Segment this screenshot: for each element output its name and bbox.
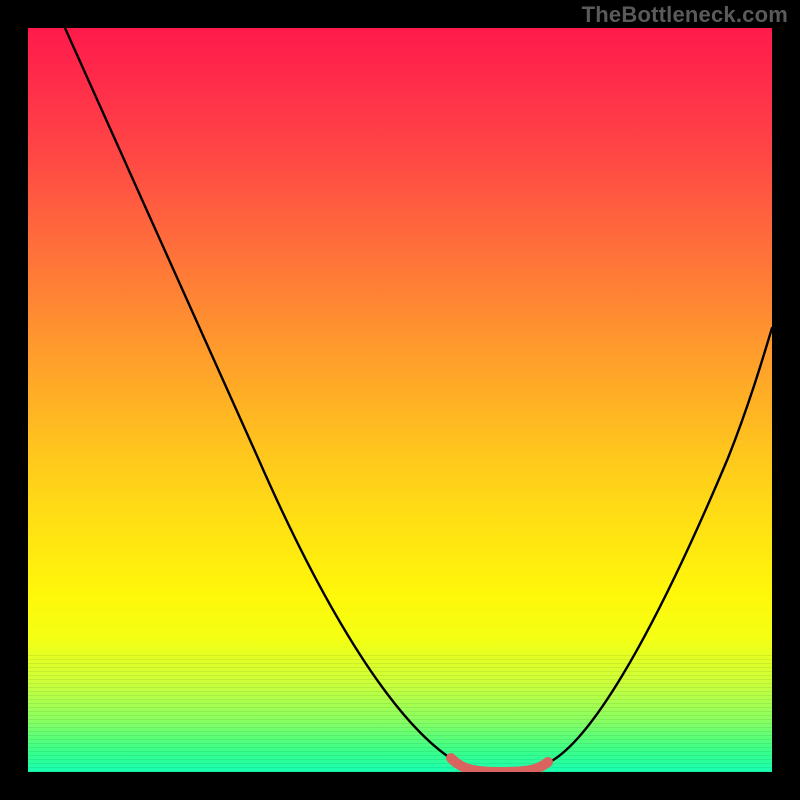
watermark-label: TheBottleneck.com	[582, 2, 788, 28]
plot-area	[28, 28, 772, 772]
bottleneck-curve	[65, 28, 772, 772]
chart-frame: TheBottleneck.com	[0, 0, 800, 800]
optimal-range-highlight	[451, 758, 548, 772]
curve-layer	[28, 28, 772, 772]
